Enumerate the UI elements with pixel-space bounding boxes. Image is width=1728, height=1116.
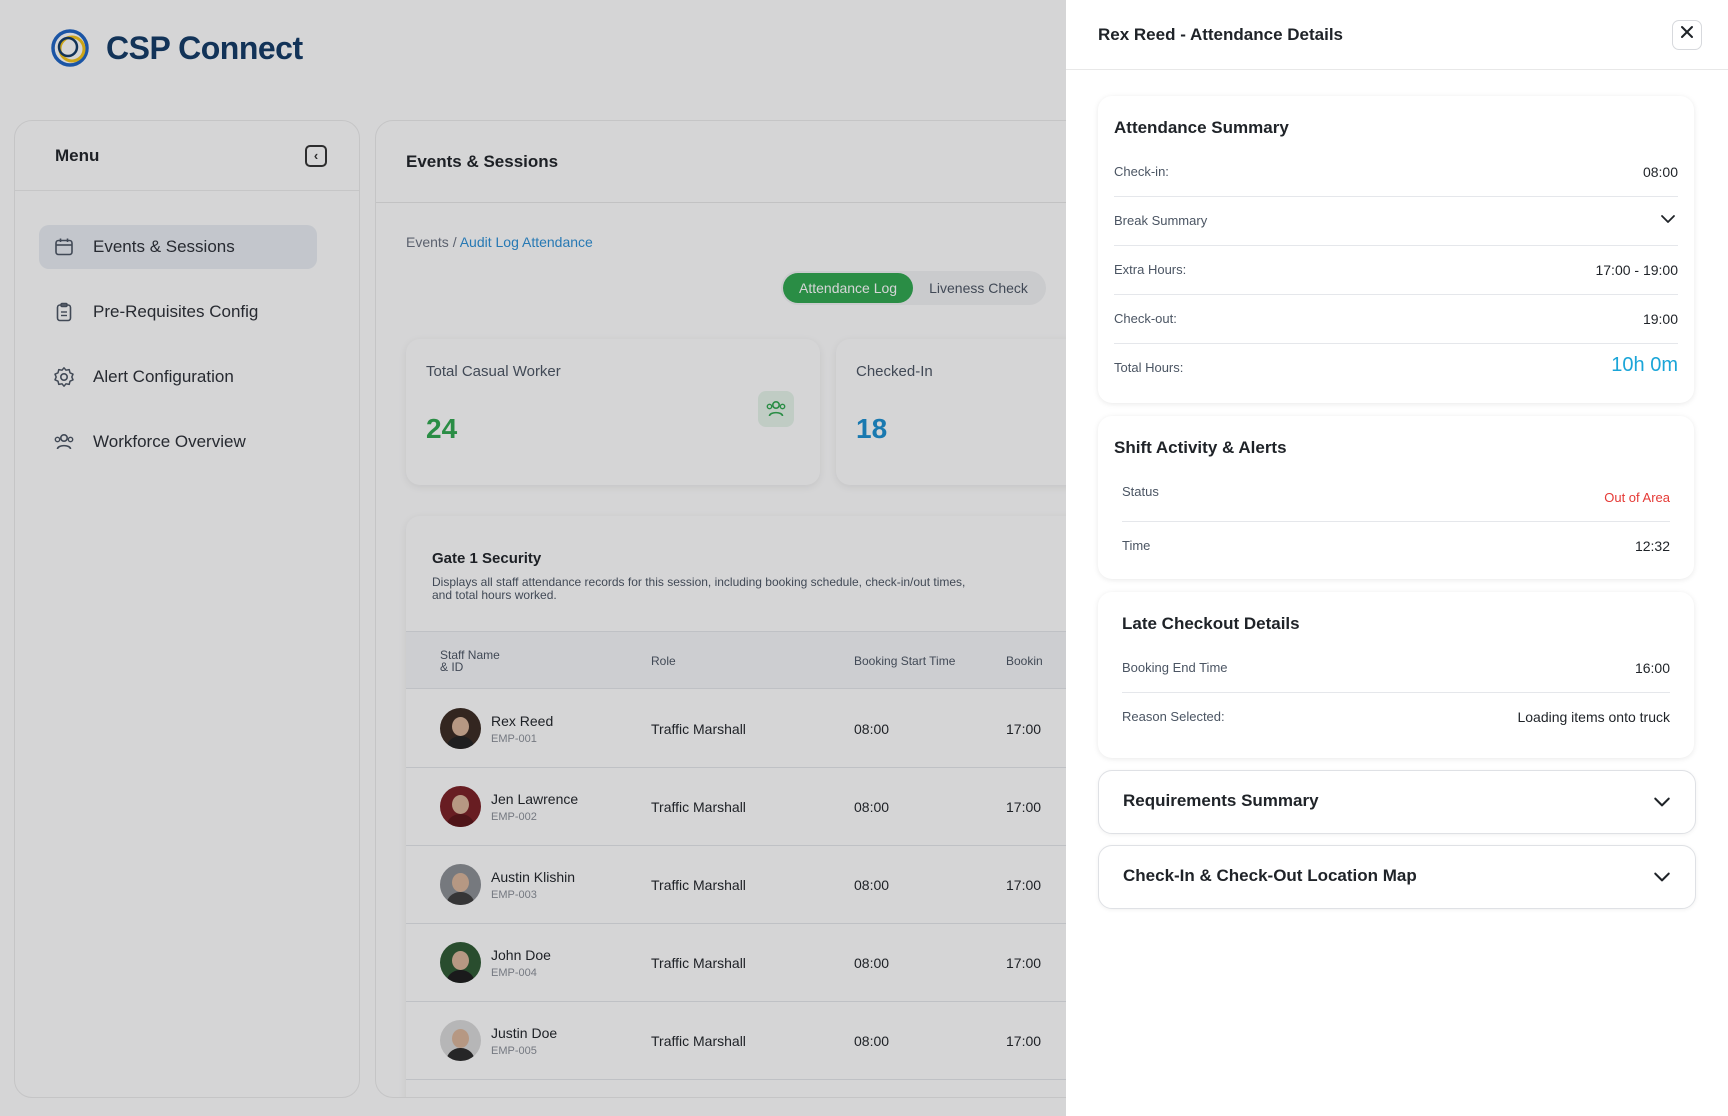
time-label: Time [1122,538,1151,553]
accordion-title: Check-In & Check-Out Location Map [1123,866,1417,885]
chevron-down-icon[interactable] [1653,868,1671,891]
check-in-label: Check-in: [1114,164,1169,179]
extra-hours-label: Extra Hours: [1114,262,1187,277]
card-title: Shift Activity & Alerts [1114,438,1287,457]
booking-end-row: Booking End Time 16:00 [1122,644,1670,693]
total-hours-value: 10h 0m [1611,354,1678,376]
attendance-summary-card: Attendance Summary Check-in: 08:00 Break… [1098,96,1694,403]
chevron-down-icon[interactable] [1653,793,1671,816]
check-out-row: Check-out: 19:00 [1114,295,1678,344]
break-summary-row[interactable]: Break Summary [1114,197,1678,246]
late-checkout-card: Late Checkout Details Booking End Time 1… [1098,592,1694,758]
check-out-label: Check-out: [1114,311,1177,326]
status-row: Status Out of Area [1122,468,1670,522]
time-value: 12:32 [1634,538,1670,554]
extra-hours-value: 17:00 - 19:00 [1595,262,1678,278]
status-label: Status [1122,484,1159,499]
check-out-value: 19:00 [1642,311,1678,327]
card-title: Attendance Summary [1114,118,1289,137]
shift-activity-card: Shift Activity & Alerts Status Out of Ar… [1098,416,1694,579]
reason-row: Reason Selected: Loading items onto truc… [1122,693,1670,742]
accordion-title: Requirements Summary [1123,791,1319,810]
modal-backdrop[interactable] [0,0,1066,1116]
requirements-summary-accordion[interactable]: Requirements Summary [1098,770,1696,834]
close-button[interactable] [1672,19,1702,50]
attendance-details-drawer: Rex Reed - Attendance Details Attendance… [1066,0,1728,1116]
check-in-row: Check-in: 08:00 [1114,148,1678,197]
location-map-accordion[interactable]: Check-In & Check-Out Location Map [1098,845,1696,909]
extra-hours-row: Extra Hours: 17:00 - 19:00 [1114,246,1678,295]
close-icon [1680,25,1694,44]
total-hours-row: Total Hours: 10h 0m [1114,344,1678,393]
booking-end-value: 16:00 [1634,660,1670,676]
booking-end-label: Booking End Time [1122,660,1228,675]
status-badge: Out of Area [1604,490,1670,505]
chevron-down-icon[interactable] [1660,211,1676,232]
card-title: Late Checkout Details [1122,614,1300,633]
drawer-title: Rex Reed - Attendance Details [1098,24,1343,44]
reason-value: Loading items onto truck [1517,709,1670,725]
check-in-value: 08:00 [1642,164,1678,180]
break-summary-label: Break Summary [1114,213,1208,228]
total-hours-label: Total Hours: [1114,360,1184,375]
reason-label: Reason Selected: [1122,709,1225,724]
time-row: Time 12:32 [1122,522,1670,571]
